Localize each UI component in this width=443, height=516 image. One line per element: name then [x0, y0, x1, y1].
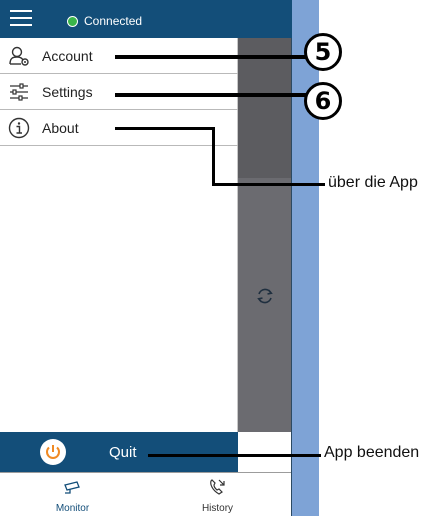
connection-status-dot — [67, 16, 78, 27]
top-bar: Connected — [0, 0, 292, 38]
callout-line-quit — [148, 454, 321, 457]
callout-line-about-h2 — [212, 183, 325, 186]
tab-monitor[interactable]: Monitor — [0, 473, 145, 516]
quit-button[interactable]: Quit — [0, 432, 238, 472]
tab-history[interactable]: History — [145, 473, 290, 516]
callout-line-settings — [115, 93, 307, 97]
quit-icon-circle — [40, 439, 66, 465]
camera-icon — [64, 481, 80, 494]
hamburger-menu-icon[interactable] — [10, 10, 32, 28]
menu-item-settings[interactable]: Settings — [0, 74, 238, 110]
callout-line-about-h1 — [115, 127, 215, 130]
callout-badge-settings: 6 — [304, 82, 342, 120]
menu-item-label: Account — [42, 48, 93, 64]
menu-item-label: Settings — [42, 84, 93, 100]
dimmed-content-overlay[interactable] — [238, 38, 291, 432]
info-icon — [8, 117, 30, 139]
power-icon — [46, 445, 60, 459]
tab-label: History — [201, 503, 234, 514]
sliders-icon — [10, 83, 28, 101]
background-strip — [292, 0, 319, 516]
refresh-icon[interactable] — [255, 286, 275, 306]
callout-badge-account: 5 — [304, 33, 342, 71]
connection-status-text: Connected — [84, 14, 143, 28]
bottom-navigation: Monitor History — [0, 472, 291, 516]
navigation-drawer: Account Settings About — [0, 38, 238, 432]
annotation-quit: App beenden — [324, 444, 420, 461]
annotation-about: über die App — [328, 174, 418, 191]
account-icon — [9, 46, 29, 66]
quit-label: Quit — [109, 444, 137, 461]
callout-line-account — [115, 55, 307, 59]
menu-item-label: About — [42, 120, 79, 136]
phone-history-icon — [210, 479, 225, 495]
tab-label: Monitor — [55, 503, 90, 514]
phone-screen: Connected Account Settings About Quit Mo… — [0, 0, 292, 516]
callout-line-about-v — [212, 127, 215, 186]
